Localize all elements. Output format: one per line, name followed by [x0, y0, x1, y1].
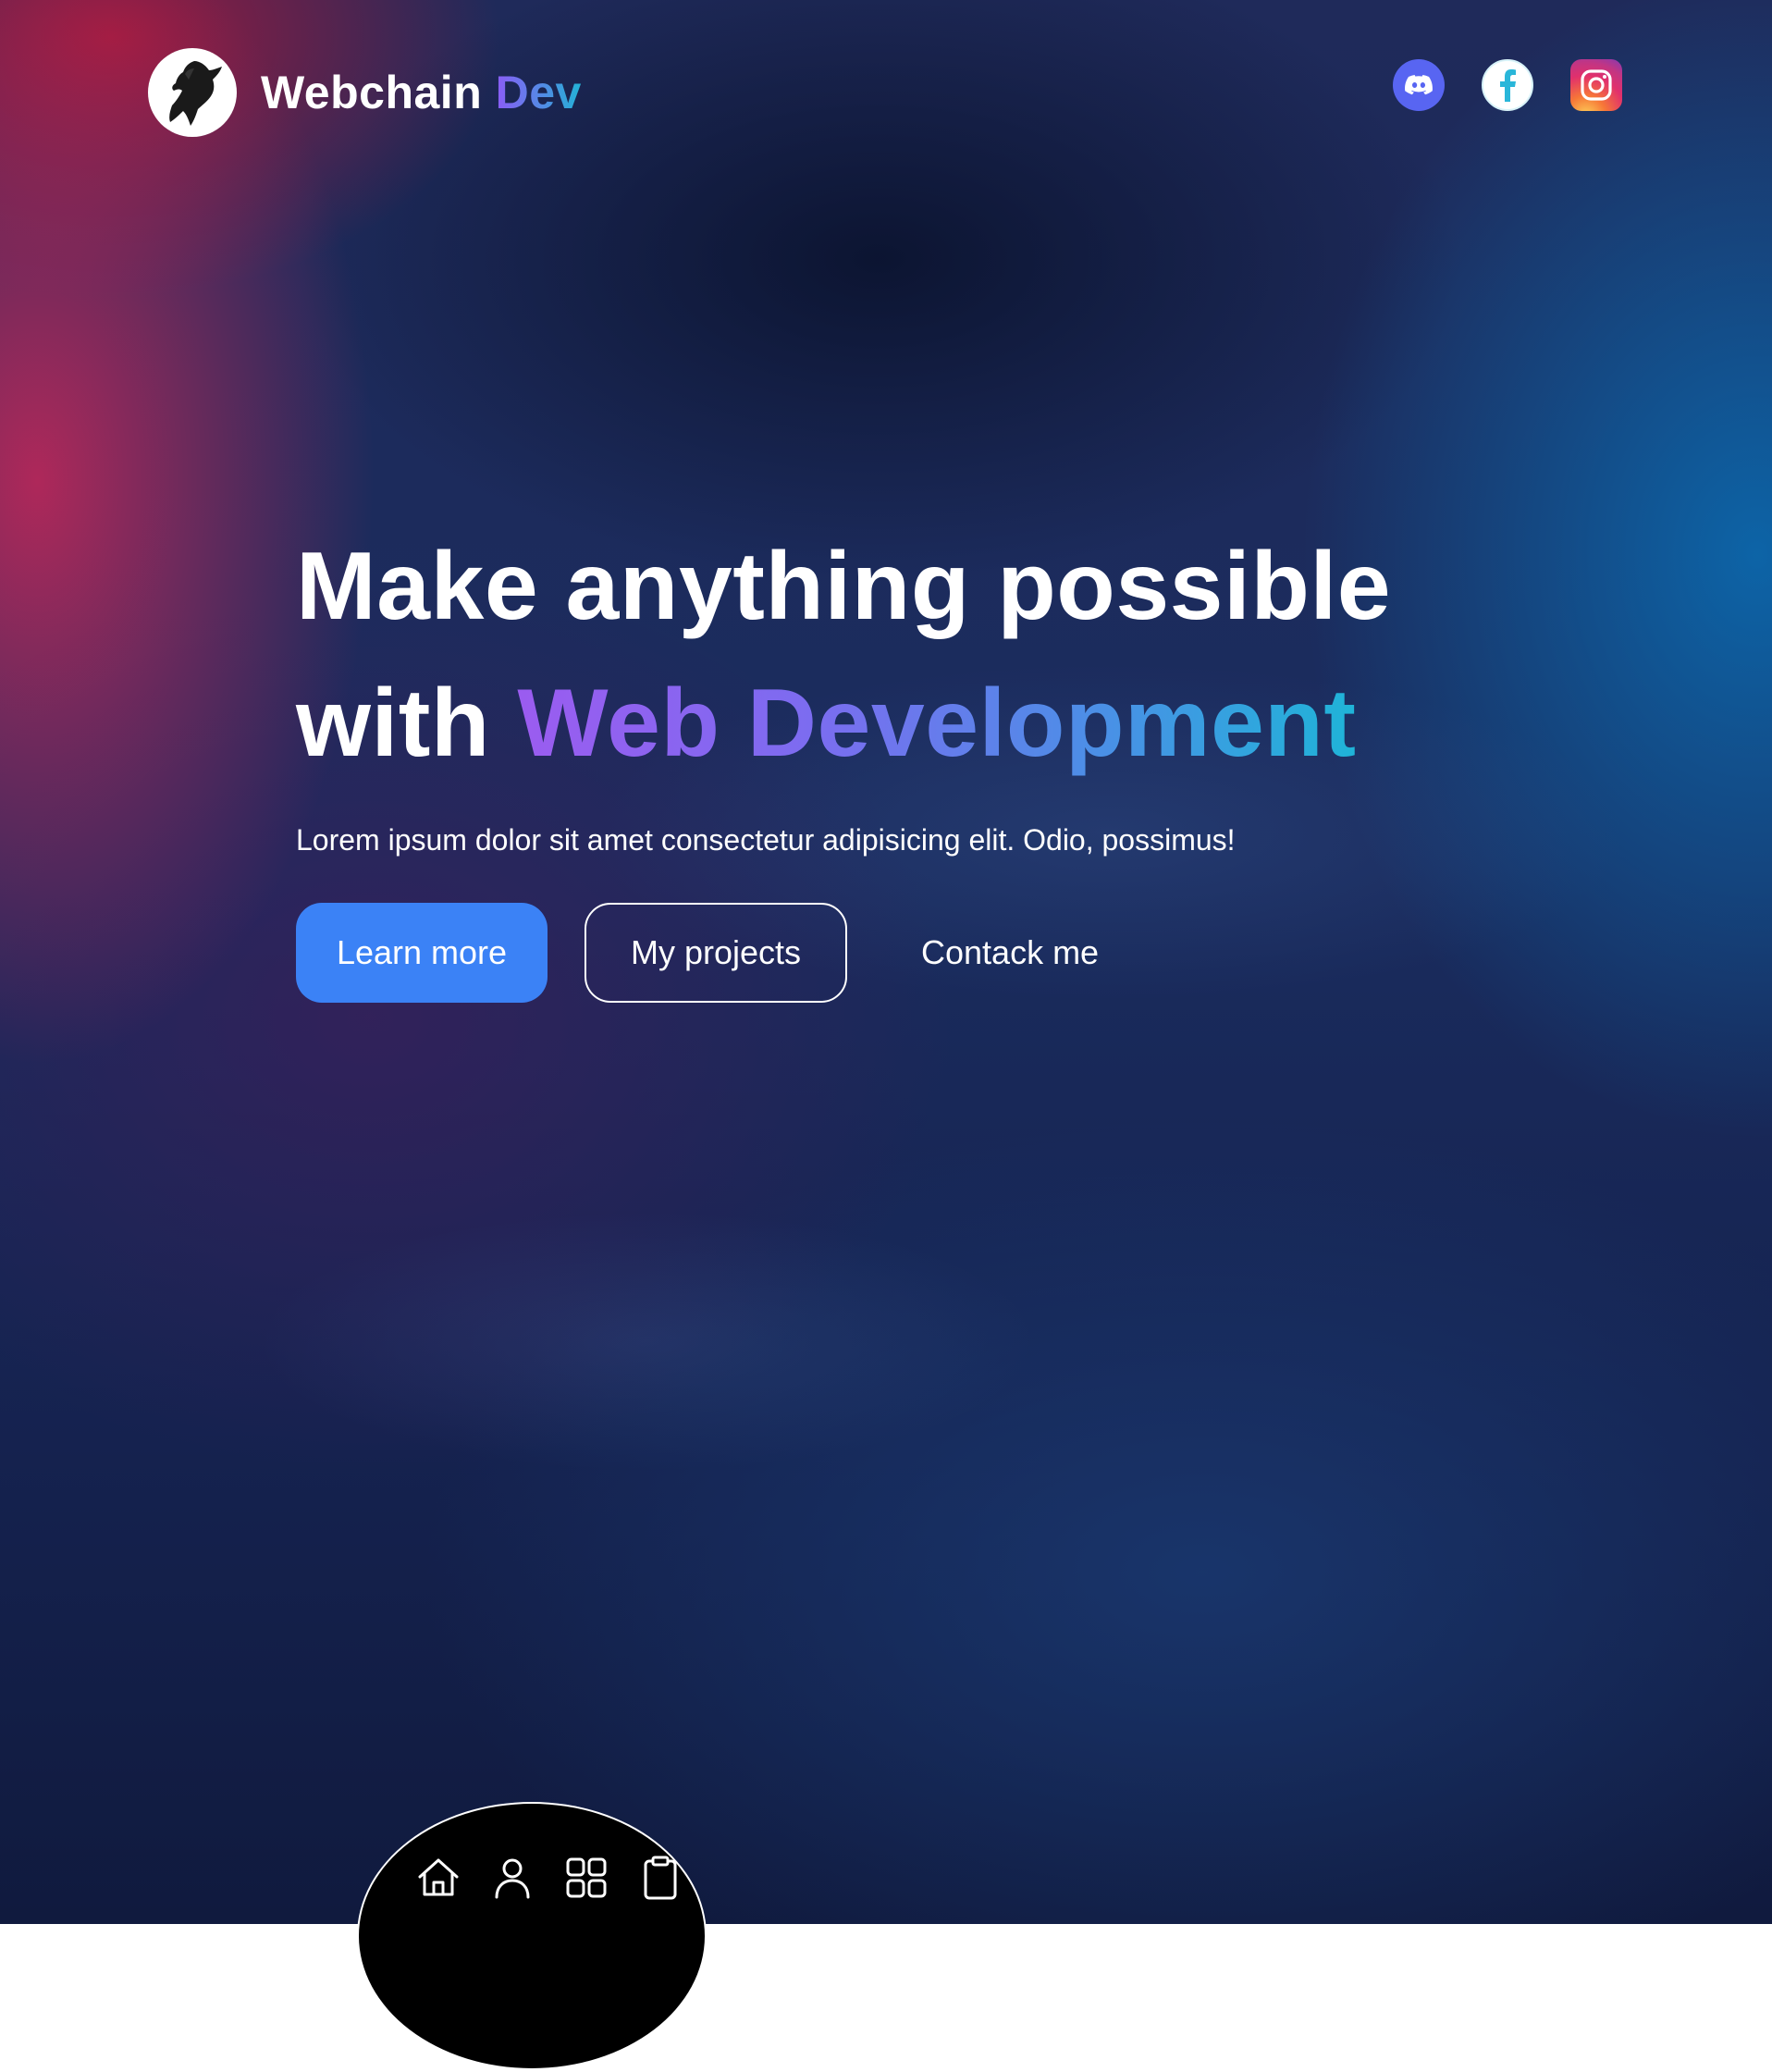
headline-with: with: [296, 670, 490, 777]
nav-about[interactable]: [490, 1856, 535, 1900]
headline-line-1: Make anything possible: [296, 533, 1392, 640]
headline-gradient-text: Web Development: [517, 670, 1357, 777]
my-projects-button[interactable]: My projects: [585, 903, 847, 1003]
home-icon: [418, 1858, 459, 1896]
learn-more-button[interactable]: Learn more: [296, 903, 548, 1003]
discord-icon: [1405, 75, 1433, 95]
brand-name: Webchain Dev: [261, 66, 582, 119]
user-icon: [495, 1858, 530, 1899]
hero-subtext: Lorem ipsum dolor sit amet consectetur a…: [296, 823, 1236, 857]
nav-notes[interactable]: [638, 1856, 683, 1900]
nav-home[interactable]: [416, 1856, 461, 1900]
nav-projects[interactable]: [564, 1856, 609, 1900]
facebook-icon: [1500, 69, 1516, 102]
instagram-link[interactable]: [1570, 59, 1622, 111]
brand-accent: Dev: [495, 67, 582, 118]
brand-logo[interactable]: Webchain Dev: [148, 48, 582, 137]
floating-nav: [357, 1802, 707, 2070]
hero-headline: Make anything possible with Web Developm…: [296, 518, 1391, 792]
instagram-icon: [1581, 69, 1612, 101]
discord-link[interactable]: [1393, 59, 1445, 111]
hero-actions: Learn more My projects Contack me: [296, 903, 1099, 1003]
clipboard-icon: [644, 1856, 677, 1900]
brand-main: Webchain: [261, 67, 483, 118]
contact-me-link[interactable]: Contack me: [921, 933, 1099, 972]
grid-icon: [566, 1857, 607, 1898]
social-links: [1393, 59, 1622, 111]
horse-silhouette-icon: [148, 48, 237, 137]
facebook-link[interactable]: [1482, 59, 1533, 111]
